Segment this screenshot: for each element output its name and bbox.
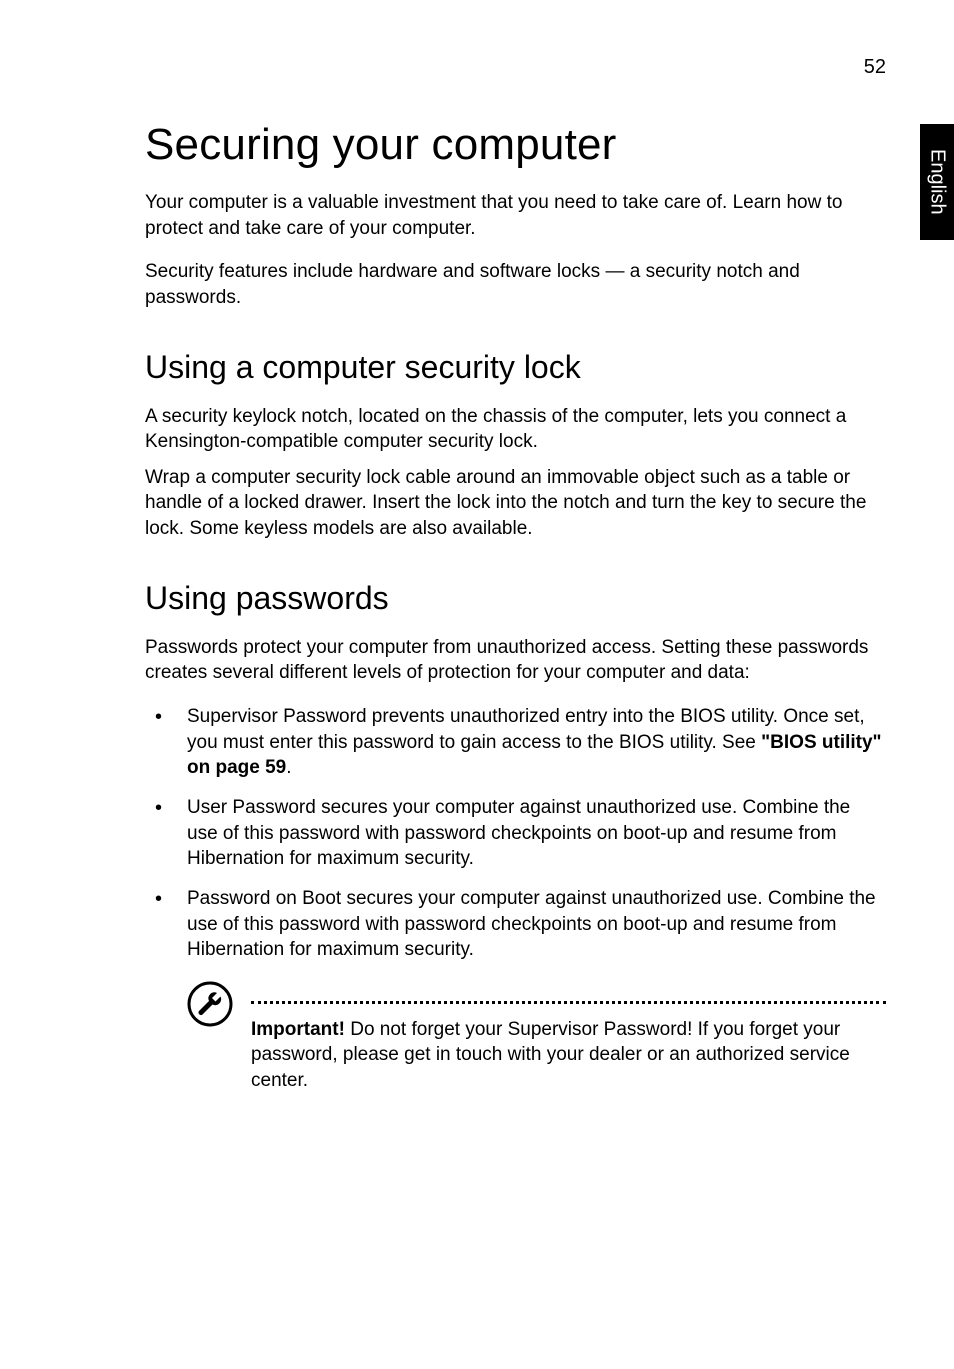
heading-using-passwords: Using passwords (145, 580, 886, 617)
bullet-supervisor-password: Supervisor Password prevents unauthorize… (145, 704, 886, 781)
note-content: Important! Do not forget your Supervisor… (251, 983, 886, 1094)
intro-paragraph-1: Your computer is a valuable investment t… (145, 190, 886, 241)
note-text: Important! Do not forget your Supervisor… (251, 1017, 886, 1094)
passwords-intro: Passwords protect your computer from una… (145, 635, 886, 686)
bullet-text-post: . (286, 757, 291, 778)
lock-paragraph-2: Wrap a computer security lock cable arou… (145, 465, 886, 542)
heading-securing-your-computer: Securing your computer (145, 120, 886, 170)
page-container: 52 English Securing your computer Your c… (0, 0, 954, 1154)
important-note: Important! Do not forget your Supervisor… (145, 983, 886, 1094)
lock-paragraph-1: A security keylock notch, located on the… (145, 404, 886, 455)
important-label: Important! (251, 1019, 345, 1040)
bullet-password-on-boot: Password on Boot secures your computer a… (145, 886, 886, 963)
password-bullet-list: Supervisor Password prevents unauthorize… (145, 704, 886, 963)
wrench-icon (187, 981, 233, 1027)
page-number: 52 (864, 56, 886, 79)
heading-security-lock: Using a computer security lock (145, 349, 886, 386)
language-tab: English (920, 124, 954, 240)
bullet-user-password: User Password secures your computer agai… (145, 795, 886, 872)
intro-paragraph-2: Security features include hardware and s… (145, 259, 886, 310)
note-divider (251, 1001, 886, 1007)
